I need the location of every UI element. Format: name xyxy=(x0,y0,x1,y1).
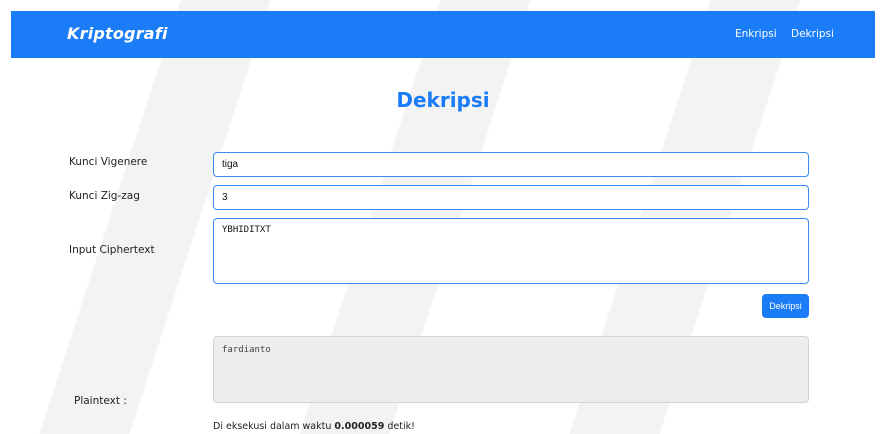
zigzag-key-input[interactable]: 3 xyxy=(213,185,809,210)
dekripsi-button[interactable]: Dekripsi xyxy=(762,294,809,318)
vigenere-key-label: Kunci Vigenere xyxy=(69,156,148,168)
ciphertext-textarea[interactable]: YBHIDITXT xyxy=(213,218,809,284)
nav-link-enkripsi[interactable]: Enkripsi xyxy=(735,28,777,40)
execution-time-text: Di eksekusi dalam waktu 0.000059 detik! xyxy=(213,421,415,432)
navbar: Kriptografi Enkripsi Dekripsi xyxy=(11,11,875,58)
nav-link-dekripsi[interactable]: Dekripsi xyxy=(791,28,834,40)
zigzag-key-label: Kunci Zig-zag xyxy=(69,190,140,202)
exec-time-value: 0.000059 xyxy=(334,421,385,432)
plaintext-output: fardianto xyxy=(213,336,809,403)
exec-prefix: Di eksekusi dalam waktu xyxy=(213,421,332,432)
vigenere-key-input[interactable]: tiga xyxy=(213,152,809,177)
page-title: Dekripsi xyxy=(396,88,490,112)
ciphertext-label: Input Ciphertext xyxy=(69,244,155,256)
exec-suffix: detik! xyxy=(387,421,415,432)
plaintext-label: Plaintext : xyxy=(74,395,127,407)
brand-logo[interactable]: Kriptografi xyxy=(67,24,168,43)
